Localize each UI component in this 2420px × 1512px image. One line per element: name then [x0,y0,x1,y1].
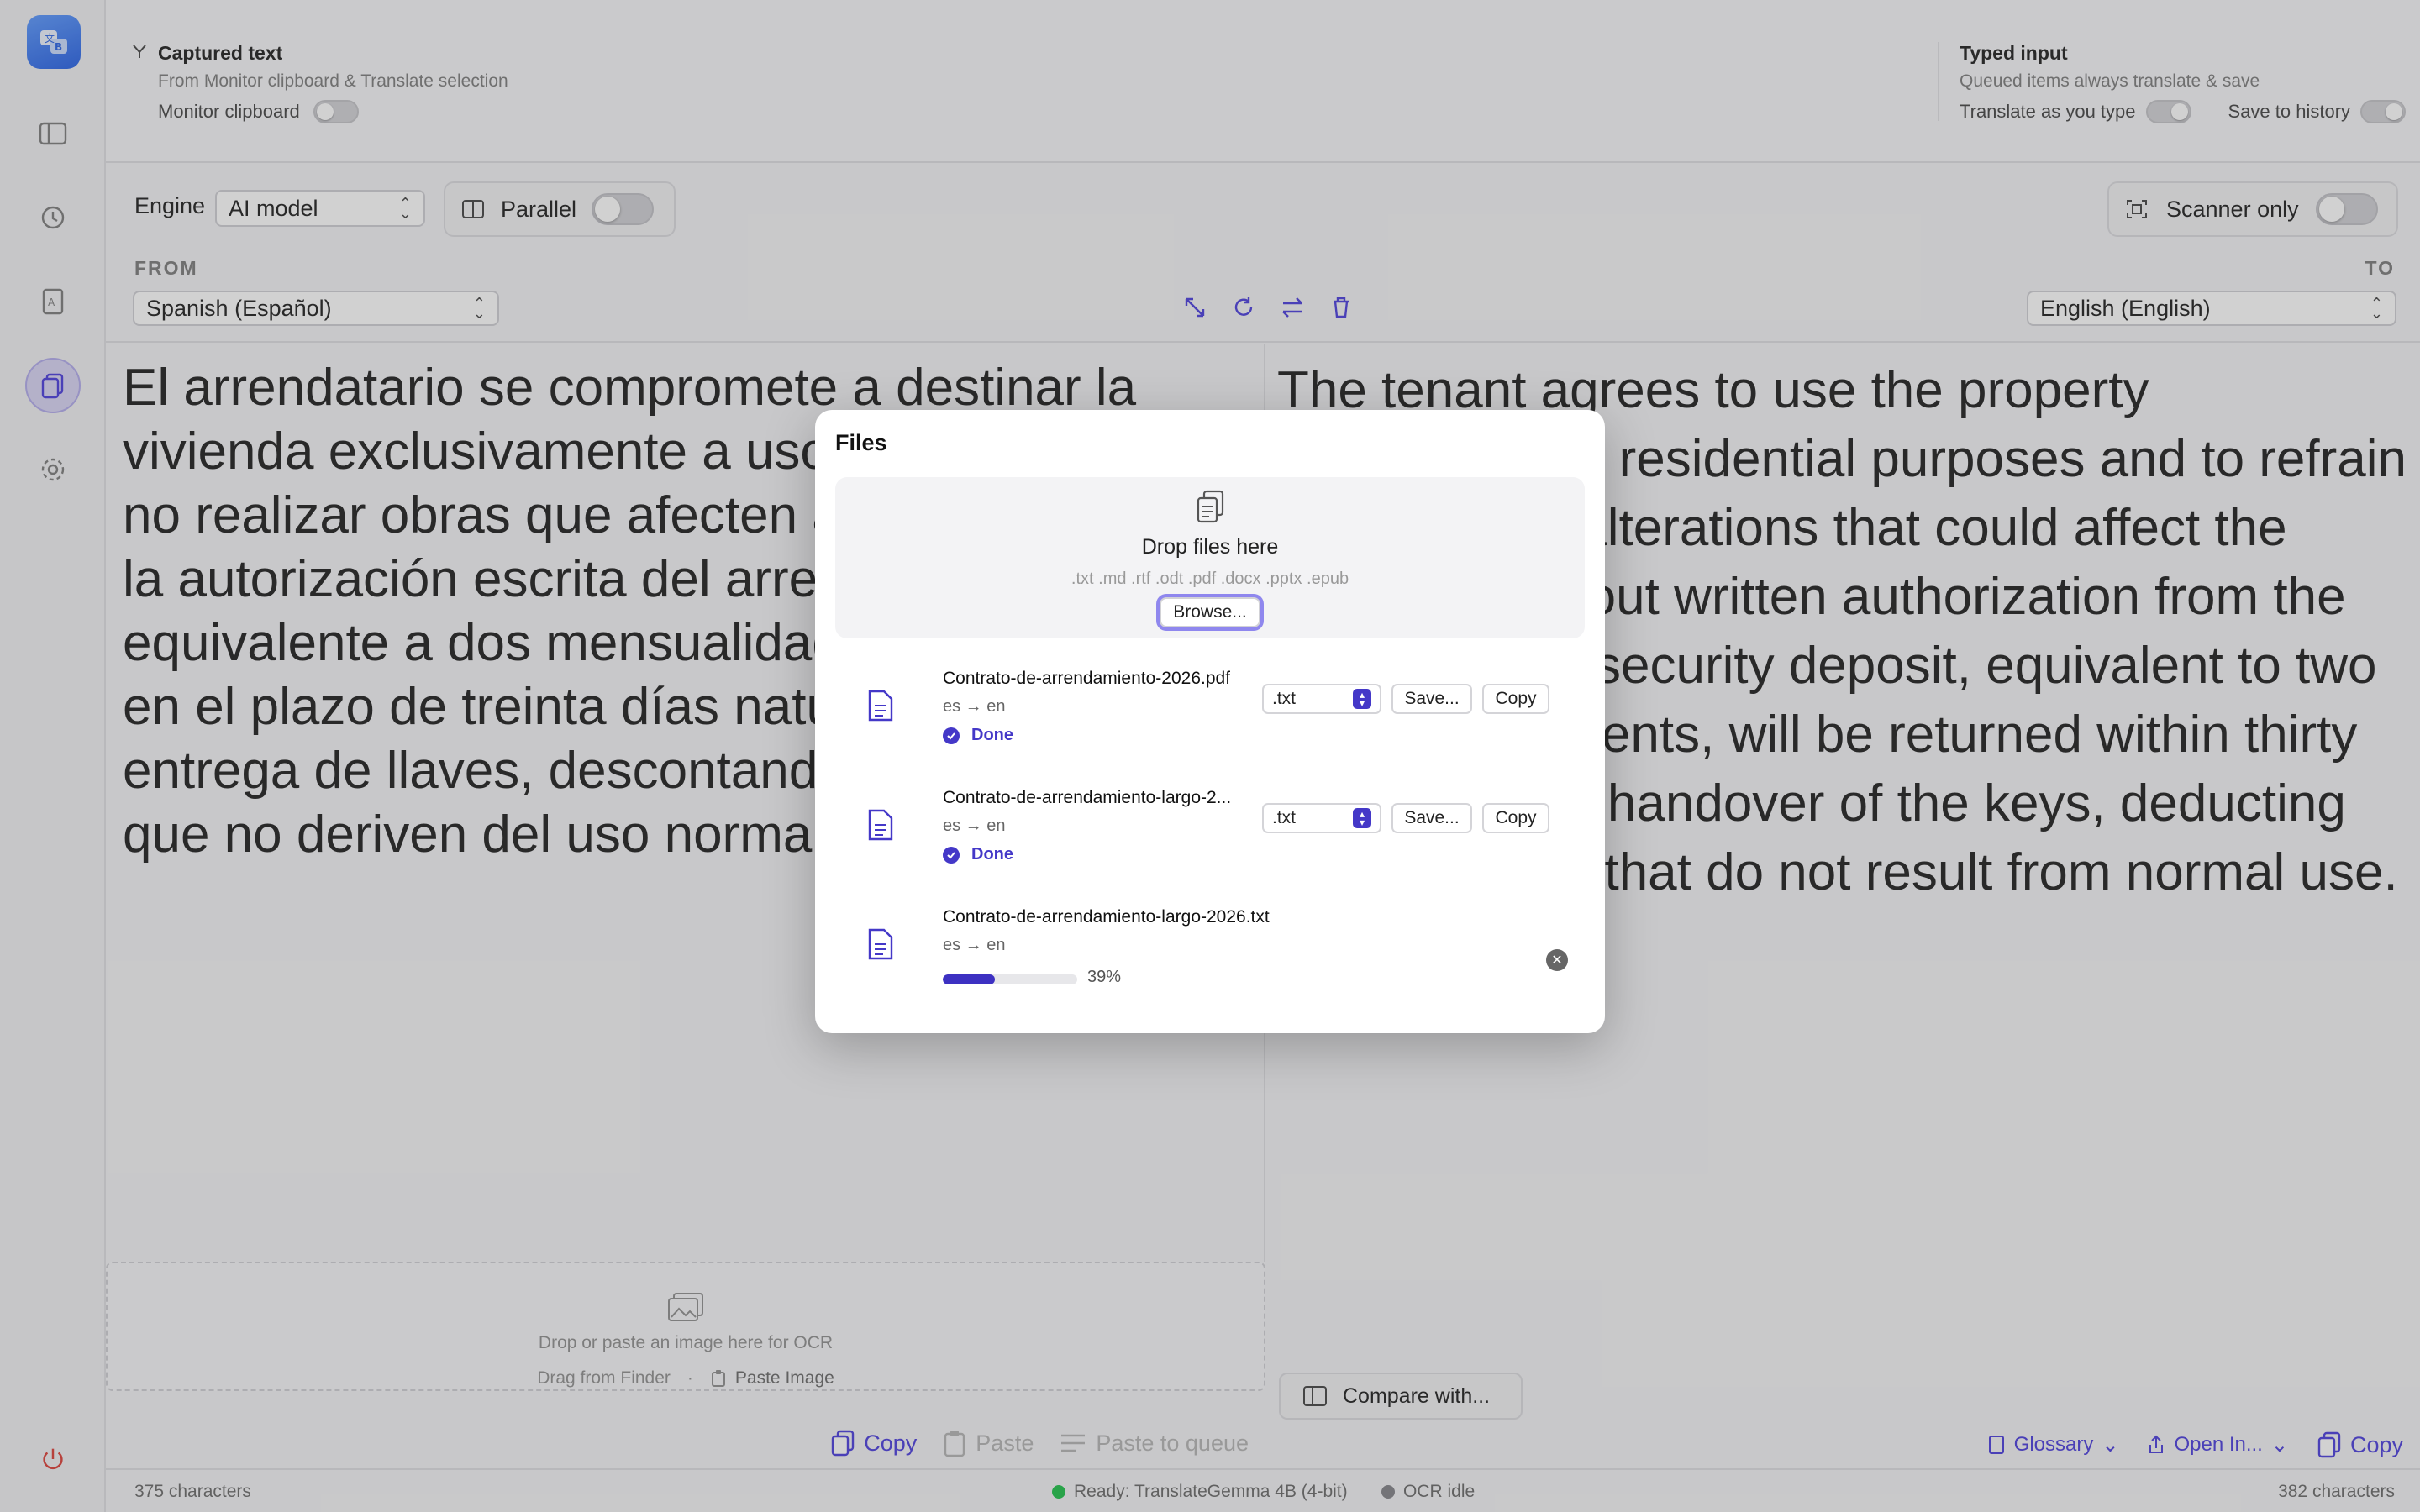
documents-icon [835,489,1585,530]
file-language-pair: es → en [943,697,1006,716]
files-modal-title: Files [835,430,887,455]
progress-fill [943,974,996,984]
progress-percent: 39% [1087,968,1122,986]
chevron-updown-icon: ▴ ▾ [1353,808,1371,828]
files-modal: Files Drop files here .txt .md .rtf .odt… [815,410,1605,1033]
file-status: Done [943,845,1013,864]
checkmark-icon [943,727,960,744]
save-file-button[interactable]: Save... [1392,803,1472,833]
translation-progress-bar [943,974,1077,984]
supported-extensions: .txt .md .rtf .odt .pdf .docx .pptx .epu… [1071,570,1349,588]
output-format-select[interactable]: .txt ▴ ▾ [1262,803,1381,833]
close-icon: ✕ [1551,953,1563,968]
file-language-pair: es → en [943,816,1006,835]
output-format-value: .txt [1272,689,1297,708]
output-format-select[interactable]: .txt ▴ ▾ [1262,684,1381,714]
chevron-updown-icon: ▴ ▾ [1353,689,1371,709]
document-icon [868,809,893,841]
browse-button[interactable]: Browse... [1160,597,1260,627]
file-row: Contrato-de-arrendamiento-largo-2... es … [835,778,1585,879]
file-language-pair: es → en [943,936,1006,954]
file-row: Contrato-de-arrendamiento-2026.pdf es → … [835,659,1585,759]
file-name: Contrato-de-arrendamiento-2026.pdf [943,669,1231,688]
file-name: Contrato-de-arrendamiento-largo-2... [943,788,1232,807]
file-status-text: Done [971,845,1013,864]
file-status: Done [943,726,1013,745]
output-format-value: .txt [1272,808,1297,827]
save-file-button[interactable]: Save... [1392,684,1472,714]
document-icon [868,928,893,960]
file-status-text: Done [971,726,1013,744]
checkmark-icon [943,846,960,864]
copy-file-button[interactable]: Copy [1482,803,1549,833]
file-row: Contrato-de-arrendamiento-largo-2026.txt… [835,897,1585,998]
file-drop-zone[interactable]: Drop files here .txt .md .rtf .odt .pdf … [835,477,1585,638]
file-name: Contrato-de-arrendamiento-largo-2026.txt [943,907,1270,927]
document-icon [868,690,893,722]
copy-file-button[interactable]: Copy [1482,684,1549,714]
cancel-translation-button[interactable]: ✕ [1546,949,1568,971]
drop-files-title: Drop files here [1141,535,1279,559]
